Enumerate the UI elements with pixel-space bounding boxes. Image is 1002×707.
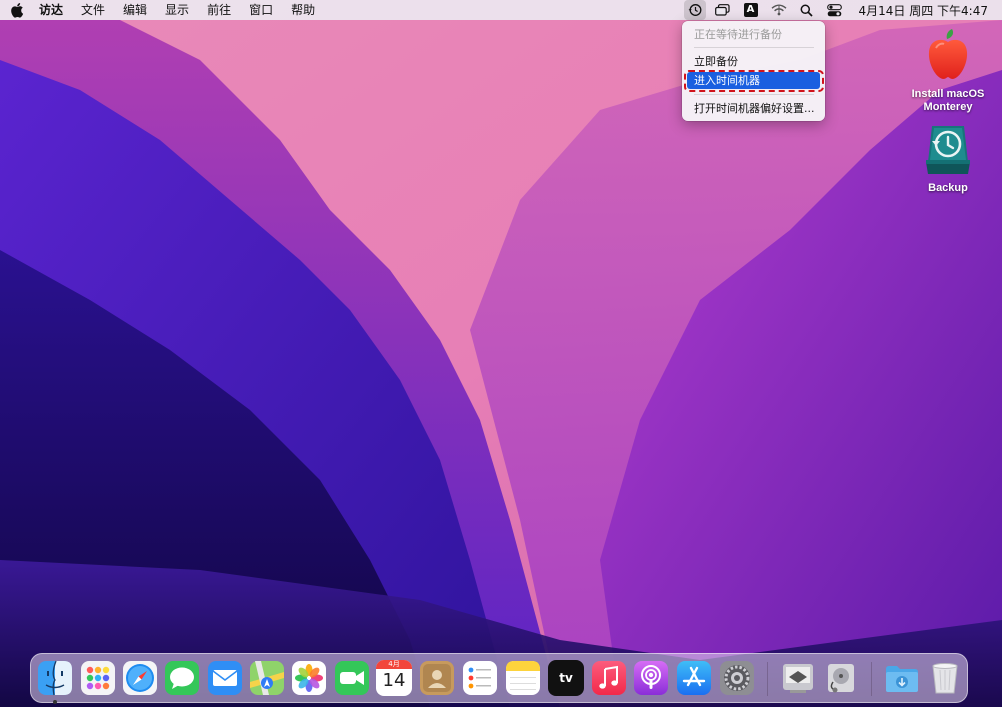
dock-separator xyxy=(767,662,768,696)
wifi-icon[interactable] xyxy=(768,0,790,20)
trash-icon[interactable] xyxy=(927,660,963,696)
app-store-icon[interactable] xyxy=(676,660,712,696)
time-machine-drive-icon xyxy=(926,126,970,174)
back-up-now-item[interactable]: 立即备份 xyxy=(687,53,820,70)
open-time-machine-preferences-item[interactable]: 打开时间机器偏好设置... xyxy=(687,100,820,117)
messages-icon[interactable] xyxy=(164,660,200,696)
menu-help[interactable]: 帮助 xyxy=(282,0,324,20)
launchpad-icon[interactable] xyxy=(80,660,116,696)
running-indicator xyxy=(53,700,57,704)
desktop-icon-label: Monterey xyxy=(923,101,973,113)
calendar-day: 14 xyxy=(382,670,406,691)
backup-status-item: 正在等待进行备份 xyxy=(694,28,782,41)
time-machine-icon[interactable] xyxy=(683,0,706,20)
input-method-letter: A xyxy=(743,3,758,17)
menu-file[interactable]: 文件 xyxy=(72,0,114,20)
mail-icon[interactable] xyxy=(207,660,243,696)
contacts-icon[interactable] xyxy=(419,660,455,696)
menu-bar: 访达 文件 编辑 显示 前往 窗口 帮助 A 4月14日 周四 下午4:47 xyxy=(0,0,1002,20)
tv-label: tv xyxy=(559,671,573,685)
desktop-icon-label: Backup xyxy=(928,182,968,194)
menu-app-name[interactable]: 访达 xyxy=(30,0,72,20)
menu-go[interactable]: 前往 xyxy=(198,0,240,20)
desktop-icon-label: Install macOS xyxy=(911,88,985,100)
wallpaper xyxy=(0,0,1002,707)
migration-assistant-icon[interactable] xyxy=(780,660,816,696)
system-preferences-icon[interactable] xyxy=(719,660,755,696)
input-method-icon[interactable]: A xyxy=(740,0,762,20)
macos-installer-icon xyxy=(928,29,968,79)
menu-separator xyxy=(694,94,814,95)
menu-edit[interactable]: 编辑 xyxy=(114,0,156,20)
window-icon[interactable] xyxy=(712,0,734,20)
apple-menu-icon[interactable] xyxy=(10,2,24,18)
photos-icon[interactable] xyxy=(291,660,327,696)
menu-separator xyxy=(694,47,814,48)
tv-icon[interactable]: tv xyxy=(548,660,584,696)
dock-separator xyxy=(871,662,872,696)
downloads-folder-icon[interactable] xyxy=(884,660,920,696)
desktop: 访达 文件 编辑 显示 前往 窗口 帮助 A 4月14日 周四 下午4:47 正… xyxy=(0,0,1002,707)
dock: 4月 14 tv xyxy=(30,653,968,704)
control-center-icon[interactable] xyxy=(824,0,846,20)
highlight-annotation xyxy=(684,70,824,92)
menu-view[interactable]: 显示 xyxy=(156,0,198,20)
podcasts-icon[interactable] xyxy=(633,660,669,696)
safari-icon[interactable] xyxy=(122,660,158,696)
facetime-icon[interactable] xyxy=(334,660,370,696)
menu-bar-clock[interactable]: 4月14日 周四 下午4:47 xyxy=(859,2,988,19)
desktop-icon-backup[interactable]: Backup xyxy=(903,122,993,195)
maps-icon[interactable] xyxy=(249,660,285,696)
calendar-month: 4月 xyxy=(376,660,412,669)
calendar-icon[interactable]: 4月 14 xyxy=(376,660,412,696)
music-icon[interactable] xyxy=(591,660,627,696)
disk-utility-icon[interactable] xyxy=(823,660,859,696)
menu-window[interactable]: 窗口 xyxy=(240,0,282,20)
finder-icon[interactable] xyxy=(37,660,73,696)
reminders-icon[interactable] xyxy=(462,660,498,696)
desktop-icon-install-macos[interactable]: Install macOS Monterey xyxy=(903,26,993,114)
spotlight-search-icon[interactable] xyxy=(796,0,818,20)
notes-icon[interactable] xyxy=(505,660,541,696)
